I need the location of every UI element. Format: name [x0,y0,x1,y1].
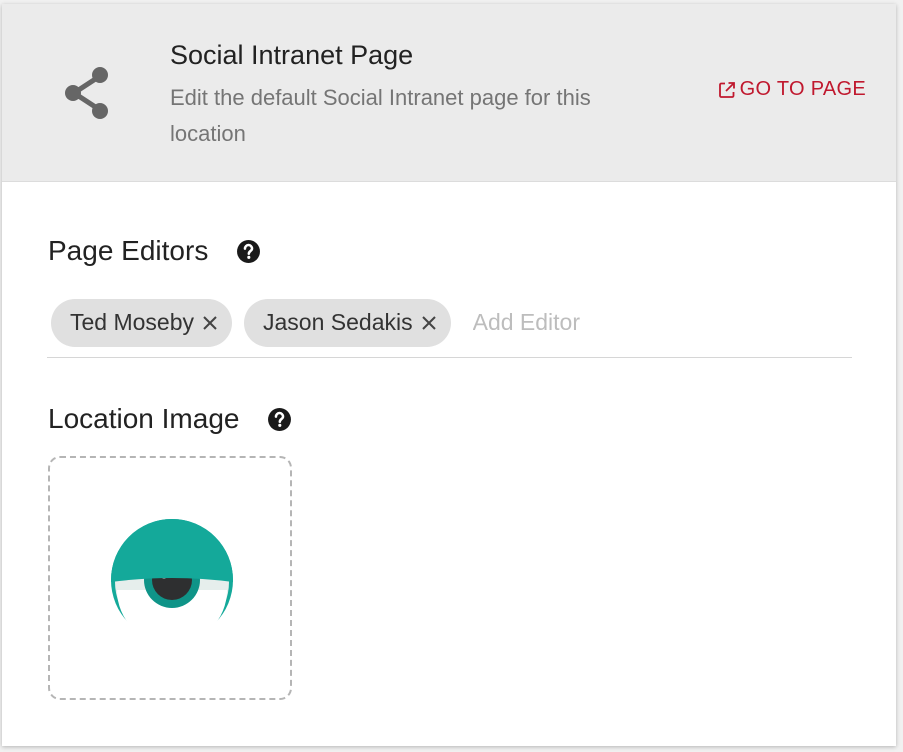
eye-logo [111,519,233,644]
page-description: Edit the default Social Intranet page fo… [170,85,591,146]
page-editors-field[interactable]: Ted Moseby Jason Sedakis [47,288,852,358]
editor-chip[interactable]: Jason Sedakis [244,298,451,347]
location-image-heading: Location Image [48,403,292,435]
remove-editor-icon[interactable] [200,313,220,333]
page-title: Social Intranet Page [170,40,414,70]
page-editors-heading: Page Editors [48,235,261,267]
editor-chip-label: Jason Sedakis [263,309,413,335]
external-link-icon [718,81,735,98]
page-editors-label: Page Editors [48,235,209,266]
go-to-page-link[interactable]: GO TO PAGE [718,78,866,101]
location-settings-card: Social Intranet Page Edit the default So… [2,4,896,746]
editor-chip-label: Ted Moseby [70,309,195,335]
add-editor-input[interactable] [470,308,775,337]
share-icon [65,67,108,119]
help-circle-icon[interactable] [236,239,261,264]
location-image-label: Location Image [48,403,240,434]
remove-editor-icon[interactable] [419,313,439,333]
help-circle-icon[interactable] [267,407,292,432]
header-panel: Social Intranet Page Edit the default So… [2,4,896,182]
go-to-page-label: GO TO PAGE [739,78,866,100]
editor-chip[interactable]: Ted Moseby [51,298,233,347]
location-image-dropzone[interactable] [48,456,292,700]
